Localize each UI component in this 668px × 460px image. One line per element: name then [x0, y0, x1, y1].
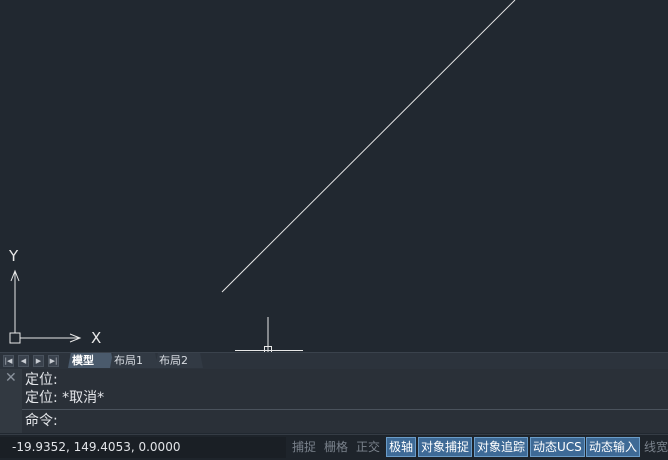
- command-window: ✕ 定位: 定位: *取消* 命令:: [0, 369, 668, 433]
- ucs-y-label: Y: [9, 247, 19, 265]
- next-tab-icon[interactable]: ▶: [33, 355, 44, 367]
- drawing-canvas[interactable]: Y X: [0, 0, 668, 352]
- tab-layout-1[interactable]: 布局1: [110, 353, 158, 368]
- last-tab-icon[interactable]: ▶|: [48, 355, 59, 367]
- toggle-object-tracking[interactable]: 对象追踪: [474, 437, 529, 457]
- toggle-dynamic-input[interactable]: 动态输入: [586, 437, 641, 457]
- toggle-object-snap[interactable]: 对象捕捉: [418, 437, 473, 457]
- ucs-x-label: X: [91, 329, 102, 347]
- coordinate-readout[interactable]: -19.9352, 149.4053, 0.0000: [0, 437, 286, 458]
- drawn-line[interactable]: [221, 0, 516, 293]
- crosshair-cursor-icon: [235, 317, 303, 352]
- ucs-icon: [9, 269, 82, 344]
- tab-layout-2[interactable]: 布局2: [155, 353, 203, 368]
- toggle-ortho[interactable]: 正交: [356, 437, 380, 457]
- command-window-gutter: ✕: [0, 369, 22, 433]
- tab-model[interactable]: 模型: [68, 353, 114, 368]
- first-tab-icon[interactable]: |◀: [3, 355, 14, 367]
- status-bar: -19.9352, 149.4053, 0.0000 捕捉 栅格 正交 极轴 对…: [0, 434, 668, 460]
- toggle-lineweight[interactable]: 线宽: [644, 437, 668, 457]
- toggle-dynamic-ucs[interactable]: 动态UCS: [530, 437, 585, 457]
- toggle-polar[interactable]: 极轴: [386, 437, 417, 457]
- drawing-svg[interactable]: [0, 0, 668, 352]
- toggle-grid[interactable]: 栅格: [324, 437, 348, 457]
- toggle-snap[interactable]: 捕捉: [292, 437, 316, 457]
- layout-tab-bar: |◀ ◀ ▶ ▶| 模型 布局1 布局2: [0, 352, 668, 369]
- command-history-line: 定位:: [25, 372, 58, 388]
- command-prompt[interactable]: 命令:: [25, 412, 58, 430]
- command-history-line: 定位: *取消*: [25, 390, 105, 406]
- close-icon[interactable]: ✕: [5, 371, 17, 385]
- command-divider: [22, 409, 668, 410]
- prev-tab-icon[interactable]: ◀: [18, 355, 29, 367]
